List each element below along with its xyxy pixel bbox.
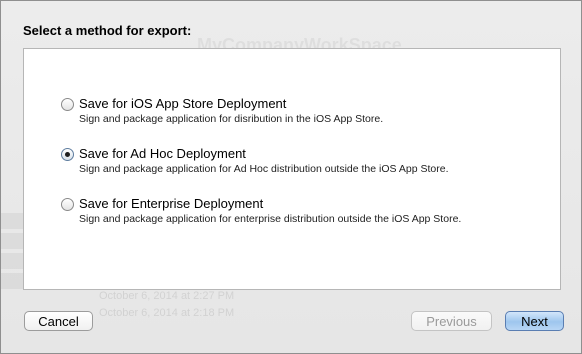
radio-dot-icon: [65, 152, 70, 157]
background-list-row: [1, 213, 23, 229]
option-description: Sign and package application for disribu…: [79, 113, 384, 125]
options-panel: Save for iOS App Store Deployment Sign a…: [23, 48, 561, 290]
option-title: Save for iOS App Store Deployment: [79, 96, 287, 111]
option-title: Save for Enterprise Deployment: [79, 196, 264, 211]
dialog-heading: Select a method for export:: [23, 23, 192, 38]
background-list-row: [1, 253, 23, 269]
previous-button[interactable]: Previous: [411, 311, 492, 331]
radio-button[interactable]: [61, 98, 74, 111]
radio-button[interactable]: [61, 198, 74, 211]
background-list-row: [1, 273, 23, 289]
radio-button-selected[interactable]: [61, 148, 74, 161]
background-archive-date: October 6, 2014 at 2:18 PM: [99, 307, 235, 319]
background-archive-date: October 6, 2014 at 2:27 PM: [99, 290, 235, 302]
option-title: Save for Ad Hoc Deployment: [79, 146, 246, 161]
next-button[interactable]: Next: [505, 311, 564, 331]
background-list-row: [1, 233, 23, 249]
cancel-button[interactable]: Cancel: [24, 311, 93, 331]
export-method-dialog: MyCompanyWorkSpace October 6, 2014 at 2:…: [0, 0, 582, 354]
option-description: Sign and package application for enterpr…: [79, 213, 462, 225]
option-description: Sign and package application for Ad Hoc …: [79, 163, 449, 175]
